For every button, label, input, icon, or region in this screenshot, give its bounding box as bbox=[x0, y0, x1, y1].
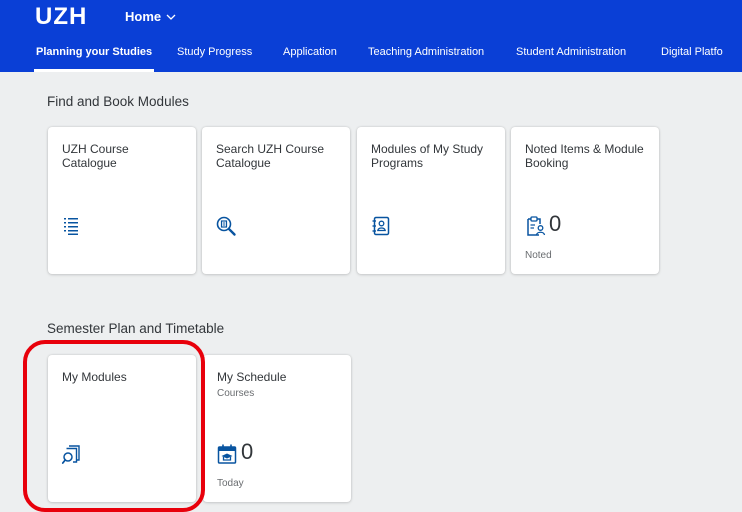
tile-title: My Schedule bbox=[217, 370, 287, 384]
calendar-education-icon bbox=[217, 444, 237, 464]
tile-subtitle: Courses bbox=[217, 388, 255, 399]
tile-title: Noted Items & Module Booking bbox=[525, 142, 644, 170]
section-title-find-and-book-modules: Find and Book Modules bbox=[47, 94, 189, 109]
tab-teaching-administration[interactable]: Teaching Administration bbox=[368, 46, 484, 58]
tile-noted-items-and-module-booking[interactable]: Noted Items & Module Booking 0 Noted bbox=[511, 127, 659, 274]
search-document-icon bbox=[216, 216, 236, 236]
tile-my-schedule[interactable]: My Schedule Courses 0 Today bbox=[203, 355, 351, 502]
tab-digital-platforms[interactable]: Digital Platfo bbox=[661, 46, 723, 58]
tile-search-uzh-course-catalogue[interactable]: Search UZH Course Catalogue bbox=[202, 127, 350, 274]
home-menu-label: Home bbox=[125, 9, 162, 24]
tile-title: UZH Course Catalogue bbox=[62, 142, 129, 170]
tab-study-progress[interactable]: Study Progress bbox=[177, 46, 252, 58]
tile-modules-of-my-study-programs[interactable]: Modules of My Study Programs bbox=[357, 127, 505, 274]
tile-footer: Today bbox=[217, 478, 244, 489]
home-menu-button[interactable]: Home bbox=[125, 9, 176, 24]
shell-bar: UZH Home bbox=[0, 0, 742, 33]
noted-count: 0 bbox=[549, 211, 562, 236]
tile-uzh-course-catalogue[interactable]: UZH Course Catalogue bbox=[48, 127, 196, 274]
uzh-logo[interactable]: UZH bbox=[35, 3, 87, 31]
schedule-count: 0 bbox=[241, 439, 254, 464]
tab-planning-your-studies[interactable]: Planning your Studies bbox=[36, 46, 152, 58]
highlight-annotation bbox=[23, 340, 205, 512]
list-icon bbox=[64, 218, 78, 235]
tile-title: Modules of My Study Programs bbox=[371, 142, 484, 170]
active-tab-indicator bbox=[34, 69, 154, 72]
tab-application[interactable]: Application bbox=[283, 46, 337, 58]
tab-student-administration[interactable]: Student Administration bbox=[516, 46, 626, 58]
tile-footer: Noted bbox=[525, 250, 552, 261]
chevron-down-icon bbox=[166, 14, 176, 20]
section-title-semester-plan-and-timetable: Semester Plan and Timetable bbox=[47, 321, 225, 336]
tile-title: Search UZH Course Catalogue bbox=[216, 142, 325, 170]
clipboard-user-icon bbox=[527, 216, 546, 236]
address-book-icon bbox=[372, 216, 390, 236]
tab-bar: Planning your Studies Study Progress App… bbox=[0, 33, 742, 72]
